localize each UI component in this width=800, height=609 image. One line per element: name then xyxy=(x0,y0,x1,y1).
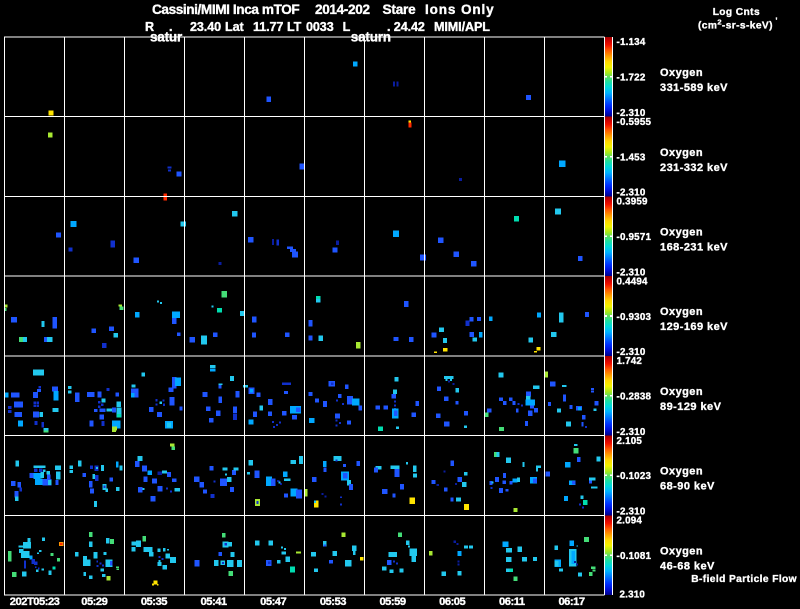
svg-text:2.094: 2.094 xyxy=(617,516,643,527)
svg-text:-1.722: -1.722 xyxy=(617,73,646,84)
svg-text:2014-202: 2014-202 xyxy=(315,2,370,17)
svg-text:2.310: 2.310 xyxy=(620,590,646,601)
svg-text:B-field Particle Flow: B-field Particle Flow xyxy=(691,574,797,585)
svg-text:Oxygen: Oxygen xyxy=(660,67,703,79)
svg-text:-0.5955: -0.5955 xyxy=(617,117,652,128)
svg-text:Oxygen: Oxygen xyxy=(660,306,703,318)
svg-text:331-589 keV: 331-589 keV xyxy=(660,82,728,94)
svg-text:05:29: 05:29 xyxy=(81,596,107,608)
svg-text:Ions Only: Ions Only xyxy=(425,2,495,17)
svg-text:LT: LT xyxy=(287,20,302,34)
svg-text:Lat: Lat xyxy=(225,20,244,34)
svg-text:L: L xyxy=(343,20,351,34)
svg-text:05:53: 05:53 xyxy=(320,596,346,608)
svg-text:46-68 keV: 46-68 keV xyxy=(660,560,715,572)
svg-text:-0.9571: -0.9571 xyxy=(617,232,652,243)
svg-text:Stare: Stare xyxy=(383,2,417,17)
svg-text:0.3959: 0.3959 xyxy=(617,197,649,208)
svg-text:0.4494: 0.4494 xyxy=(617,276,649,287)
svg-text:Oxygen: Oxygen xyxy=(660,545,703,557)
svg-text:06:11: 06:11 xyxy=(499,596,525,608)
svg-text:-0.1023: -0.1023 xyxy=(617,471,652,482)
svg-text:-1.453: -1.453 xyxy=(617,152,646,163)
svg-text:-0.9303: -0.9303 xyxy=(617,312,652,323)
svg-text:05:41: 05:41 xyxy=(201,596,227,608)
svg-text:68-90 keV: 68-90 keV xyxy=(660,481,715,493)
svg-text:06:05: 06:05 xyxy=(439,596,465,608)
svg-text:05:59: 05:59 xyxy=(379,596,405,608)
svg-text:-0.1081: -0.1081 xyxy=(617,551,652,562)
svg-text:168-231 keV: 168-231 keV xyxy=(660,242,728,254)
svg-text:-1.134: -1.134 xyxy=(617,37,646,48)
svg-text:2.105: 2.105 xyxy=(617,436,643,447)
svg-text:-0.2838: -0.2838 xyxy=(617,392,652,403)
svg-text:Oxygen: Oxygen xyxy=(660,386,703,398)
svg-text:05:35: 05:35 xyxy=(141,596,167,608)
svg-text:202T05:23: 202T05:23 xyxy=(10,596,60,608)
svg-text:231-332 keV: 231-332 keV xyxy=(660,162,728,174)
svg-text:Oxygen: Oxygen xyxy=(660,227,703,239)
svg-text:05:47: 05:47 xyxy=(260,596,286,608)
svg-text:Log Cnts: Log Cnts xyxy=(713,7,760,18)
svg-text:24.42: 24.42 xyxy=(394,20,425,34)
svg-text:1.742: 1.742 xyxy=(617,356,643,367)
svg-text:06:17: 06:17 xyxy=(558,596,584,608)
svg-text:MIMI/APL: MIMI/APL xyxy=(434,20,490,34)
svg-text:23.40: 23.40 xyxy=(190,20,221,34)
svg-text:89-129 keV: 89-129 keV xyxy=(660,401,722,413)
svg-text:Oxygen: Oxygen xyxy=(660,466,703,478)
svg-text:Oxygen: Oxygen xyxy=(660,147,703,159)
svg-text:11.77: 11.77 xyxy=(253,20,283,34)
svg-text:129-169 keV: 129-169 keV xyxy=(660,321,728,333)
svg-text:0033: 0033 xyxy=(306,20,334,34)
svg-text:Cassini/MIMI Inca mTOF: Cassini/MIMI Inca mTOF xyxy=(152,2,299,17)
